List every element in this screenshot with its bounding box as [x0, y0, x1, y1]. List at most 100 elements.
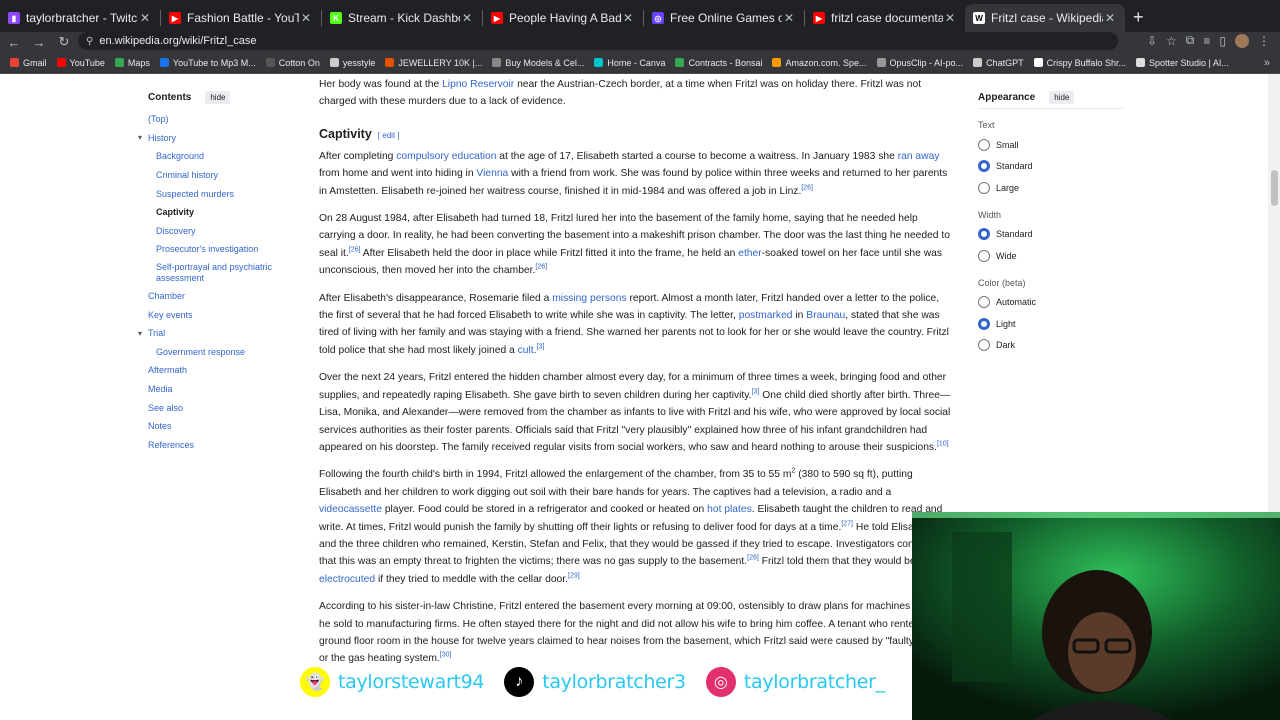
browser-tab[interactable]: ▶ fritzl case documentary - YouTu✕	[805, 4, 965, 32]
wiki-link[interactable]: videocassette	[319, 504, 382, 515]
chevron-down-icon[interactable]: ▾	[138, 133, 142, 142]
bookmark-item[interactable]: Buy Models & Cel...	[492, 58, 584, 68]
extensions-icon[interactable]: ⧉	[1186, 33, 1195, 48]
radio-option[interactable]: Standard	[978, 156, 1124, 178]
scrollbar-thumb[interactable]	[1271, 170, 1278, 206]
bookmark-item[interactable]: yesstyle	[329, 58, 375, 68]
wiki-link[interactable]: ran away	[898, 151, 940, 162]
browser-tab[interactable]: ▶ People Having A Bad Day | Fun✕	[483, 4, 643, 32]
radio-button[interactable]	[978, 339, 990, 352]
citation-link[interactable]: [30]	[440, 652, 452, 659]
wiki-link[interactable]: Lipno Reservoir	[442, 79, 514, 90]
citation-link[interactable]: [26]	[801, 184, 813, 191]
tab-close-icon[interactable]: ✕	[782, 11, 796, 25]
wiki-link[interactable]: electrocuted	[319, 574, 375, 585]
bookmark-item[interactable]: Amazon.com. Spe...	[772, 58, 867, 68]
wiki-link[interactable]: Braunau	[806, 310, 845, 321]
bookmark-item[interactable]: JEWELLERY 10K |...	[385, 58, 482, 68]
radio-button[interactable]	[978, 138, 990, 151]
citation-link[interactable]: [26]	[349, 246, 361, 253]
menu-icon[interactable]: ⋮	[1258, 34, 1270, 48]
tab-close-icon[interactable]: ✕	[943, 11, 957, 25]
bookmark-item[interactable]: YouTube to Mp3 M...	[159, 58, 256, 68]
toc-item[interactable]: See also	[136, 398, 296, 417]
radio-option[interactable]: Large	[978, 177, 1124, 199]
toc-hide-button[interactable]: hide	[205, 91, 231, 104]
browser-tab[interactable]: ◎ Free Online Games on CrazyGa✕	[644, 4, 804, 32]
toc-item[interactable]: ▾ Trial	[136, 324, 296, 343]
radio-button[interactable]	[978, 296, 990, 309]
toc-item[interactable]: Chamber	[136, 287, 296, 306]
bookmark-item[interactable]: Contracts - Bonsai	[675, 58, 762, 68]
bookmark-item[interactable]: Crispy Buffalo Shr...	[1033, 58, 1126, 68]
toc-item[interactable]: Suspected murders	[136, 184, 296, 203]
toc-item[interactable]: Prosecutor's investigation	[136, 240, 296, 259]
url-text[interactable]: en.wikipedia.org/wiki/Fritzl_case	[99, 35, 256, 47]
browser-tab[interactable]: K Stream - Kick Dashboard✕	[322, 4, 482, 32]
toc-item[interactable]: Captivity	[136, 203, 296, 222]
bookmark-item[interactable]: Gmail	[10, 58, 47, 68]
radio-option[interactable]: Small	[978, 134, 1124, 156]
address-bar[interactable]: ⚲ en.wikipedia.org/wiki/Fritzl_case	[78, 32, 1118, 50]
install-icon[interactable]: ⇩	[1147, 34, 1157, 48]
toc-item[interactable]: Aftermath	[136, 361, 296, 380]
chevron-down-icon[interactable]: ▾	[138, 329, 142, 338]
radio-option[interactable]: Standard	[978, 224, 1124, 246]
wiki-link[interactable]: Vienna	[476, 168, 508, 179]
forward-icon[interactable]: →	[28, 35, 50, 50]
toc-item[interactable]: Self-portrayal and psychiatric assessmen…	[136, 259, 296, 287]
tab-close-icon[interactable]: ✕	[138, 11, 152, 25]
citation-link[interactable]: [28]	[747, 555, 759, 562]
radio-button[interactable]	[978, 181, 990, 194]
toc-item[interactable]: Media	[136, 380, 296, 399]
radio-button[interactable]	[978, 317, 990, 330]
browser-tab[interactable]: ▶ Fashion Battle - YouTube✕	[161, 4, 321, 32]
tab-close-icon[interactable]: ✕	[621, 11, 635, 25]
bookmark-item[interactable]: Cotton On	[265, 58, 320, 68]
wiki-link[interactable]: ether	[738, 248, 761, 259]
edit-link[interactable]: [ edit ]	[378, 131, 400, 140]
site-info-icon[interactable]: ⚲	[86, 36, 93, 47]
toc-item[interactable]: Notes	[136, 417, 296, 436]
new-tab-button[interactable]: +	[1133, 7, 1144, 28]
more-bookmarks-icon[interactable]: »	[1264, 57, 1270, 69]
bookmark-item[interactable]: YouTube	[56, 58, 105, 68]
bookmark-star-icon[interactable]: ☆	[1166, 34, 1177, 48]
citation-link[interactable]: [26]	[535, 264, 547, 271]
toc-item[interactable]: Government response	[136, 343, 296, 362]
toc-item[interactable]: Discovery	[136, 222, 296, 241]
radio-option[interactable]: Wide	[978, 245, 1124, 267]
radio-option[interactable]: Dark	[978, 335, 1124, 357]
citation-link[interactable]: [27]	[841, 520, 853, 527]
bookmark-item[interactable]: Home - Canva	[594, 58, 665, 68]
profile-avatar[interactable]	[1235, 33, 1249, 48]
radio-button[interactable]	[978, 249, 990, 262]
toc-item[interactable]: References	[136, 436, 296, 455]
bookmark-item[interactable]: Maps	[114, 58, 150, 68]
bookmark-item[interactable]: OpusClip - AI-po...	[876, 58, 963, 68]
citation-link[interactable]: 2	[791, 468, 795, 475]
toc-item[interactable]: Key events	[136, 305, 296, 324]
citation-link[interactable]: [29]	[568, 572, 580, 579]
radio-option[interactable]: Automatic	[978, 292, 1124, 314]
tab-close-icon[interactable]: ✕	[299, 11, 313, 25]
reading-list-icon[interactable]: ≡	[1203, 34, 1210, 48]
radio-option[interactable]: Light	[978, 313, 1124, 335]
back-icon[interactable]: ←	[3, 35, 25, 50]
toc-item[interactable]: ▾ History	[136, 129, 296, 148]
browser-tab[interactable]: W Fritzl case - Wikipedia ✕	[965, 4, 1125, 32]
appearance-hide-button[interactable]: hide	[1049, 91, 1075, 104]
side-panel-icon[interactable]: ▯	[1219, 34, 1226, 48]
radio-button[interactable]	[978, 160, 990, 173]
wiki-link[interactable]: compulsory education	[396, 151, 496, 162]
radio-button[interactable]	[978, 228, 990, 241]
bookmark-item[interactable]: ChatGPT	[973, 58, 1024, 68]
wiki-link[interactable]: postmarked	[739, 310, 793, 321]
wiki-link[interactable]: missing persons	[552, 293, 626, 304]
tab-close-icon[interactable]: ✕	[460, 11, 474, 25]
tab-close-icon[interactable]: ✕	[1103, 11, 1117, 25]
citation-link[interactable]: [3]	[752, 388, 760, 395]
wiki-link[interactable]: hot plates	[707, 504, 752, 515]
toc-item[interactable]: Background	[136, 147, 296, 166]
wiki-link[interactable]: cult	[518, 345, 534, 356]
